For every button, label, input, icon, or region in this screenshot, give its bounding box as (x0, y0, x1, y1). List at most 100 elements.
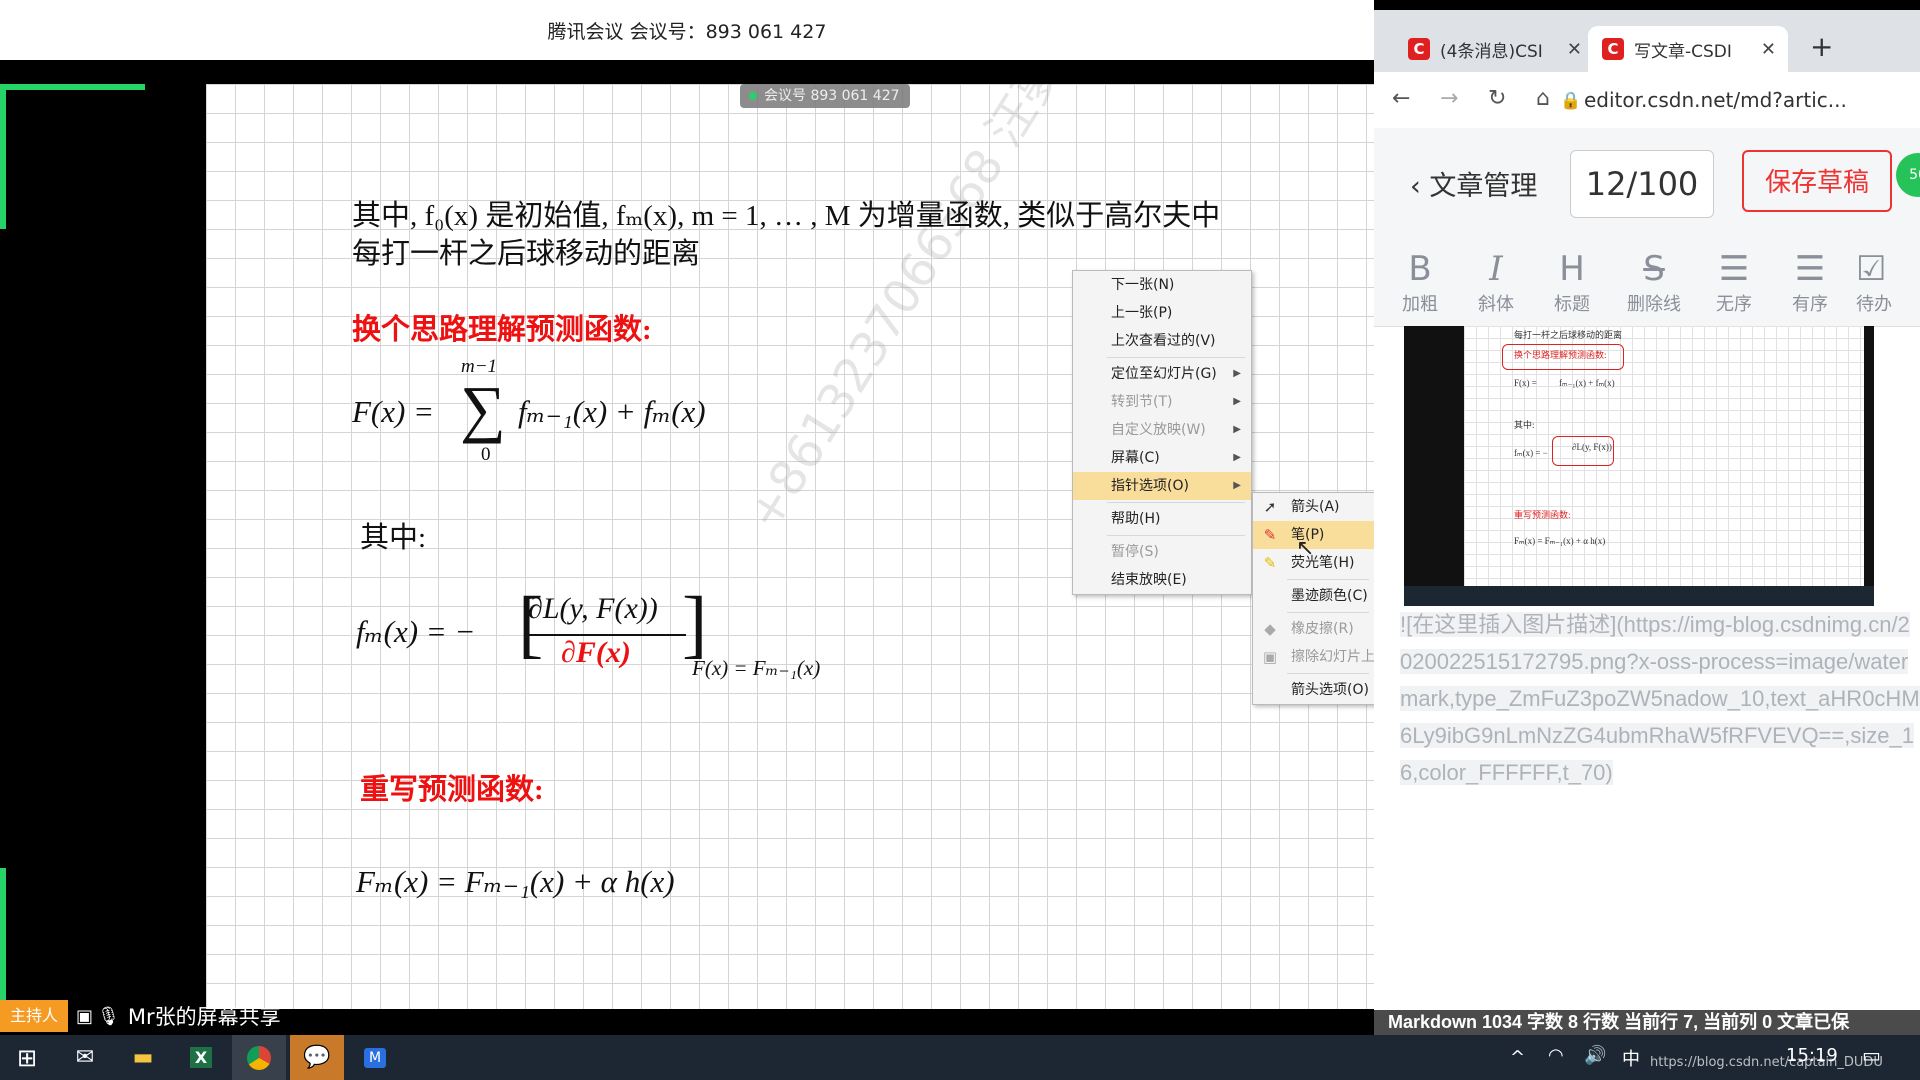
status-dot-icon (749, 92, 757, 100)
submenu-item-eraser: ◆ 橡皮擦(R) (1253, 615, 1375, 643)
close-tab-icon[interactable]: ✕ (1567, 39, 1582, 60)
strikethrough-icon: S (1643, 249, 1665, 289)
submenu-item-ink-color[interactable]: 墨迹颜色(C) (1253, 582, 1375, 610)
back-icon[interactable]: ← (1392, 86, 1410, 111)
presenter-bar: 主持人 ▣ 🎙 Mr张的屏幕共享 (0, 1000, 281, 1032)
numbered-list-icon: ☰ (1794, 249, 1826, 289)
taskbar-tencent-meeting[interactable]: M (348, 1035, 402, 1080)
home-icon[interactable]: ⌂ (1536, 86, 1550, 111)
bold-icon: B (1408, 249, 1432, 289)
slide-heading-rewrite: 重写预测函数: (360, 774, 544, 806)
ordered-list-button[interactable]: ☰ 有序 (1780, 248, 1840, 316)
menu-item-go-to-slide[interactable]: 定位至幻灯片(G) ▶ (1073, 360, 1251, 388)
title-length-counter[interactable]: 12/100 (1570, 150, 1714, 218)
host-badge: 主持人 (0, 1000, 69, 1032)
excel-icon: X (189, 1047, 213, 1068)
bullet-list-icon: ☰ (1718, 249, 1750, 289)
menu-item-help[interactable]: 帮助(H) (1073, 505, 1251, 533)
italic-icon: I (1489, 249, 1503, 289)
eq3: Fₘ(x) = Fₘ₋₁(x) + α h(x) (356, 864, 675, 899)
strikethrough-button[interactable]: S 删除线 (1624, 248, 1684, 316)
submenu-arrow-icon: ▶ (1233, 480, 1241, 491)
folder-icon: ▬ (132, 1045, 154, 1070)
mail-icon: ✉ (75, 1045, 95, 1070)
meeting-title: 腾讯会议 会议号：893 061 427 (547, 20, 827, 43)
italic-button[interactable]: I 斜体 (1466, 248, 1526, 316)
show-hidden-icons-chevron-icon[interactable]: ^ (1510, 1047, 1525, 1068)
slide-intro-line-2: 每打一杆之后球移动的距离 (352, 238, 701, 270)
annotation-mark (1502, 344, 1624, 370)
close-tab-icon[interactable]: ✕ (1761, 39, 1776, 60)
taskbar-chrome[interactable] (232, 1035, 286, 1080)
menu-separator (1287, 673, 1369, 674)
wechat-icon: 💬 (303, 1045, 331, 1070)
heading-icon: H (1559, 249, 1585, 289)
eq1-lhs: F(x) = (352, 394, 435, 429)
url-watermark: https://blog.csdn.net/captain_DUDU (1650, 1055, 1883, 1070)
submenu-arrow-icon: ▶ (1233, 368, 1241, 379)
save-draft-button[interactable]: 保存草稿 (1742, 150, 1892, 212)
checklist-icon: ☑ (1856, 249, 1887, 289)
volume-icon[interactable]: 🔊 (1584, 1045, 1606, 1066)
reload-icon[interactable]: ↻ (1488, 86, 1506, 111)
editor-status-bar: Markdown 1034 字数 8 行数 当前行 7, 当前列 0 文章已保 (1374, 1010, 1920, 1035)
bracket-right: ] (682, 582, 708, 666)
heading-button[interactable]: H 标题 (1542, 248, 1602, 316)
taskbar-wechat[interactable]: 💬 (290, 1035, 344, 1080)
progress-badge[interactable]: 50 (1896, 153, 1920, 197)
format-toolbar: B 加粗 I 斜体 H 标题 S 删除线 ☰ 无序 ☰ 有序 ☑ 待办 (1374, 238, 1920, 327)
phone-watermark: +8613237066568 汪夢 (736, 84, 1075, 541)
clock[interactable]: 15:19 (1786, 1045, 1838, 1066)
submenu-item-erase-all: ▣ 擦除幻灯片上 (1262, 648, 1375, 666)
menu-item-last-viewed[interactable]: 上次查看过的(V) (1073, 327, 1251, 355)
submenu-arrow-icon: ▶ (1233, 452, 1241, 463)
browser-window: C (4条消息)CSI ✕ C 写文章-CSDI ✕ + ← → ↻ ⌂ 🔒 e… (1374, 10, 1920, 1035)
menu-separator (1287, 612, 1369, 613)
new-tab-button[interactable]: + (1810, 30, 1833, 63)
tab-strip: C (4条消息)CSI ✕ C 写文章-CSDI ✕ + (1374, 10, 1920, 72)
tab-csdn-messages[interactable]: C (4条消息)CSI ✕ (1394, 26, 1594, 72)
lock-icon: 🔒 (1560, 91, 1582, 111)
eq1-sum-lower: 0 (481, 444, 491, 465)
submenu-item-arrow-options[interactable]: 箭头选项(O) (1253, 676, 1375, 704)
article-management-link[interactable]: ‹ 文章管理 (1410, 164, 1537, 203)
pointer-options-submenu: ➚ 箭头(A) ✎ 笔(P) ✎ 荧光笔(H) 墨迹颜色(C) ◆ 橡皮擦(R) ▣ 擦除… (1252, 492, 1375, 705)
share-frame-corner (0, 868, 6, 1008)
presenter-name: Mr张的屏幕共享 (127, 1005, 281, 1029)
menu-separator (1107, 502, 1245, 503)
microphone-icon: 🎙 (97, 1005, 120, 1027)
menu-item-next[interactable]: 下一张(N) (1073, 271, 1251, 299)
menu-item-previous[interactable]: 上一张(P) (1073, 299, 1251, 327)
windows-taskbar: ⊞ ✉ ▬ X 💬 M ^ ◠ 🔊 中 https://blog.csdn.ne… (0, 1035, 1920, 1080)
share-frame-corner (0, 84, 145, 90)
menu-item-screen[interactable]: 屏幕(C) ▶ (1073, 444, 1251, 472)
annotation-mark (1552, 436, 1614, 466)
tab-write-article[interactable]: C 写文章-CSDI ✕ (1588, 26, 1788, 72)
wifi-icon[interactable]: ◠ (1548, 1045, 1564, 1066)
preview-slide: 每打一杆之后球移动的距离 换个思路理解预测函数: F(x) = fₘ₋₁(x) … (1464, 326, 1864, 586)
slideshow-context-menu: 下一张(N) 上一张(P) 上次查看过的(V) 定位至幻灯片(G) ▶ 转到节(T… (1072, 270, 1252, 595)
menu-separator (1287, 579, 1369, 580)
bold-button[interactable]: B 加粗 (1390, 248, 1450, 316)
address-bar[interactable]: editor.csdn.net/md?artic... (1584, 88, 1847, 112)
notification-icon[interactable]: ▭ (1862, 1043, 1881, 1067)
eq2-denominator: ∂F(x) (561, 636, 631, 669)
markdown-image-link[interactable]: ![在这里插入图片描述](https://img-blog.csdnimg.cn… (1400, 612, 1920, 785)
forward-icon[interactable]: → (1440, 86, 1458, 111)
menu-item-custom-show: 自定义放映(W) ▶ (1073, 416, 1251, 444)
markdown-editor[interactable]: ![在这里插入图片描述](https://img-blog.csdnimg.cn… (1400, 606, 1920, 791)
taskbar-file-explorer[interactable]: ▬ (116, 1035, 170, 1080)
menu-item-pointer-options[interactable]: 指针选项(O) ▶ (1073, 472, 1251, 500)
taskbar-excel[interactable]: X (174, 1035, 228, 1080)
unordered-list-button[interactable]: ☰ 无序 (1704, 248, 1764, 316)
todo-button[interactable]: ☑ 待办 (1856, 248, 1920, 316)
taskbar-mail[interactable]: ✉ (58, 1035, 112, 1080)
start-button[interactable]: ⊞ (0, 1035, 54, 1080)
sum-symbol: ∑ (460, 373, 506, 444)
submenu-item-arrow[interactable]: ➚ 箭头(A) (1253, 493, 1375, 521)
ime-language-icon[interactable]: 中 (1622, 1045, 1640, 1071)
pen-icon: ✎ (1263, 526, 1277, 544)
menu-item-end-show[interactable]: 结束放映(E) (1073, 566, 1251, 594)
browser-toolbar: ← → ↻ ⌂ 🔒 editor.csdn.net/md?artic... S … (1374, 72, 1920, 186)
csdn-logo-icon: C (1408, 38, 1430, 60)
